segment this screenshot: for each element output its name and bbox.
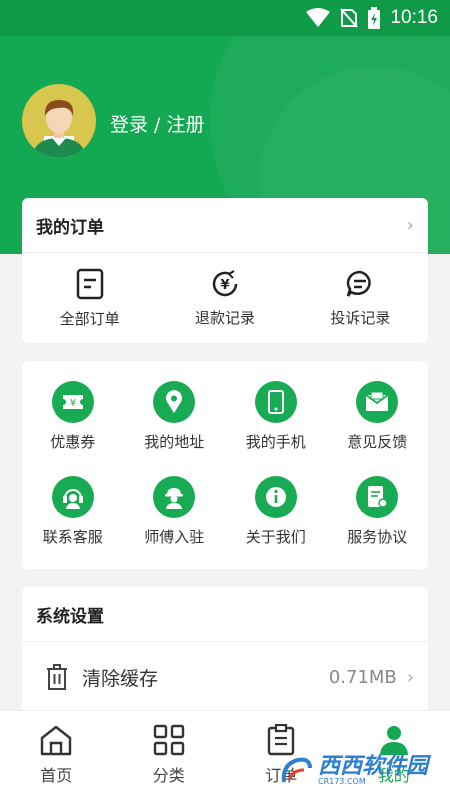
my-phone-label: 我的手机 [245,433,306,451]
watermark-subtext: CR173.COM [317,777,366,786]
wifi-icon [306,8,331,27]
refund-icon: ¥ [212,269,238,296]
customer-service-icon [62,489,83,509]
svg-text:¥: ¥ [220,278,229,293]
system-settings-title: 系统设置 [36,606,104,627]
chevron-right-icon: › [406,214,414,236]
watermark-logo: 西西软件园 CR173.COM [280,753,428,789]
address-button[interactable]: 我的地址 [124,381,226,452]
status-time: 10:16 [390,7,438,28]
svg-text:¥: ¥ [70,398,76,409]
grid-icon [153,724,184,756]
agreement-icon [368,486,388,508]
coupon-icon: ¥ [62,395,83,409]
coupon-label: 优惠券 [50,433,96,451]
service-agreement-button[interactable]: 服务协议 [327,476,429,547]
home-icon [41,725,72,756]
services-card: ¥ 优惠券 我的地址 我的手机 意见反馈 联系客服 师傅入驻 关于我们 服务协议 [22,361,428,569]
chevron-right-icon: › [406,666,414,688]
worker-icon [165,488,184,509]
no-sim-icon [340,8,359,28]
battery-icon [368,7,381,29]
tab-category[interactable]: 分类 [113,711,226,799]
tab-home[interactable]: 首页 [0,711,113,799]
refund-records-label: 退款记录 [194,308,255,327]
worker-join-label: 师傅入驻 [144,528,205,546]
cache-size-value: 0.71MB [328,666,397,688]
complaint-icon [347,270,372,297]
clear-cache-label: 清除缓存 [82,667,159,690]
feedback-icon [365,392,389,411]
my-phone-button[interactable]: 我的手机 [225,381,327,452]
feedback-label: 意见反馈 [347,433,408,451]
my-orders-header[interactable]: 我的订单 › [22,198,428,253]
my-orders-title: 我的订单 [36,217,104,238]
coupon-button[interactable]: ¥ 优惠券 [22,381,124,452]
refund-records-button[interactable]: ¥ 退款记录 [157,253,292,343]
watermark-swirl-icon [281,757,312,783]
clear-cache-row[interactable]: 清除缓存 0.71MB › [22,642,428,712]
info-icon [265,487,286,507]
worker-join-button[interactable]: 师傅入驻 [124,476,226,547]
customer-service-button[interactable]: 联系客服 [22,476,124,547]
status-bar: 10:16 [0,0,450,36]
user-avatar-icon [32,100,86,158]
about-us-label: 关于我们 [245,528,306,546]
user-icon [379,726,408,755]
service-agreement-label: 服务协议 [347,528,408,546]
complaint-records-button[interactable]: 投诉记录 [293,253,428,343]
order-all-label: 全部订单 [59,309,120,328]
order-list-icon [76,268,103,299]
location-icon [166,390,183,413]
address-label: 我的地址 [144,433,205,451]
my-orders-card: 我的订单 › 全部订单 ¥ 退款记录 投诉记录 [22,198,428,343]
complaint-records-label: 投诉记录 [330,308,391,327]
order-all-button[interactable]: 全部订单 [22,253,157,343]
phone-icon [267,390,284,414]
login-register-link[interactable]: 登录 / 注册 [110,110,204,137]
avatar[interactable] [22,84,96,158]
system-settings-card: 系统设置 清除缓存 0.71MB › [22,587,428,727]
watermark-text: 西西软件园 [317,754,428,779]
customer-service-label: 联系客服 [42,528,103,546]
about-us-button[interactable]: 关于我们 [225,476,327,547]
tab-home-label: 首页 [40,766,73,785]
tab-category-label: 分类 [152,766,185,785]
trash-icon [47,664,67,690]
clipboard-icon [268,724,295,756]
feedback-button[interactable]: 意见反馈 [327,381,429,452]
